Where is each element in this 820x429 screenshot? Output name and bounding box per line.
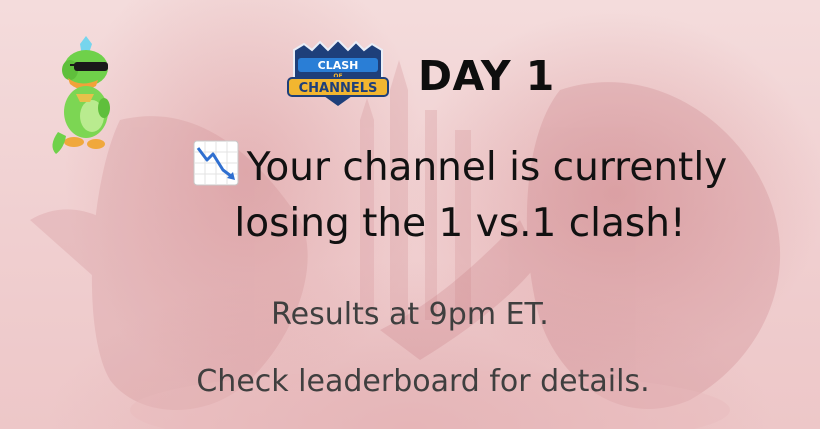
results-time-text: Results at 9pm ET. <box>271 297 549 332</box>
clash-of-channels-logo: CLASH OF CHANNELS <box>284 38 392 108</box>
mascot-character-image <box>46 36 122 160</box>
day-title: DAY 1 <box>418 52 555 100</box>
leaderboard-details-text: Check leaderboard for details. <box>196 364 650 399</box>
clash-status-message: Your channel is currently losing the 1 v… <box>140 140 780 252</box>
clash-status-text: Your channel is currently losing the 1 v… <box>234 145 728 246</box>
chart-decreasing-icon <box>193 140 239 186</box>
svg-text:CHANNELS: CHANNELS <box>299 81 378 96</box>
svg-text:CLASH: CLASH <box>318 59 359 72</box>
